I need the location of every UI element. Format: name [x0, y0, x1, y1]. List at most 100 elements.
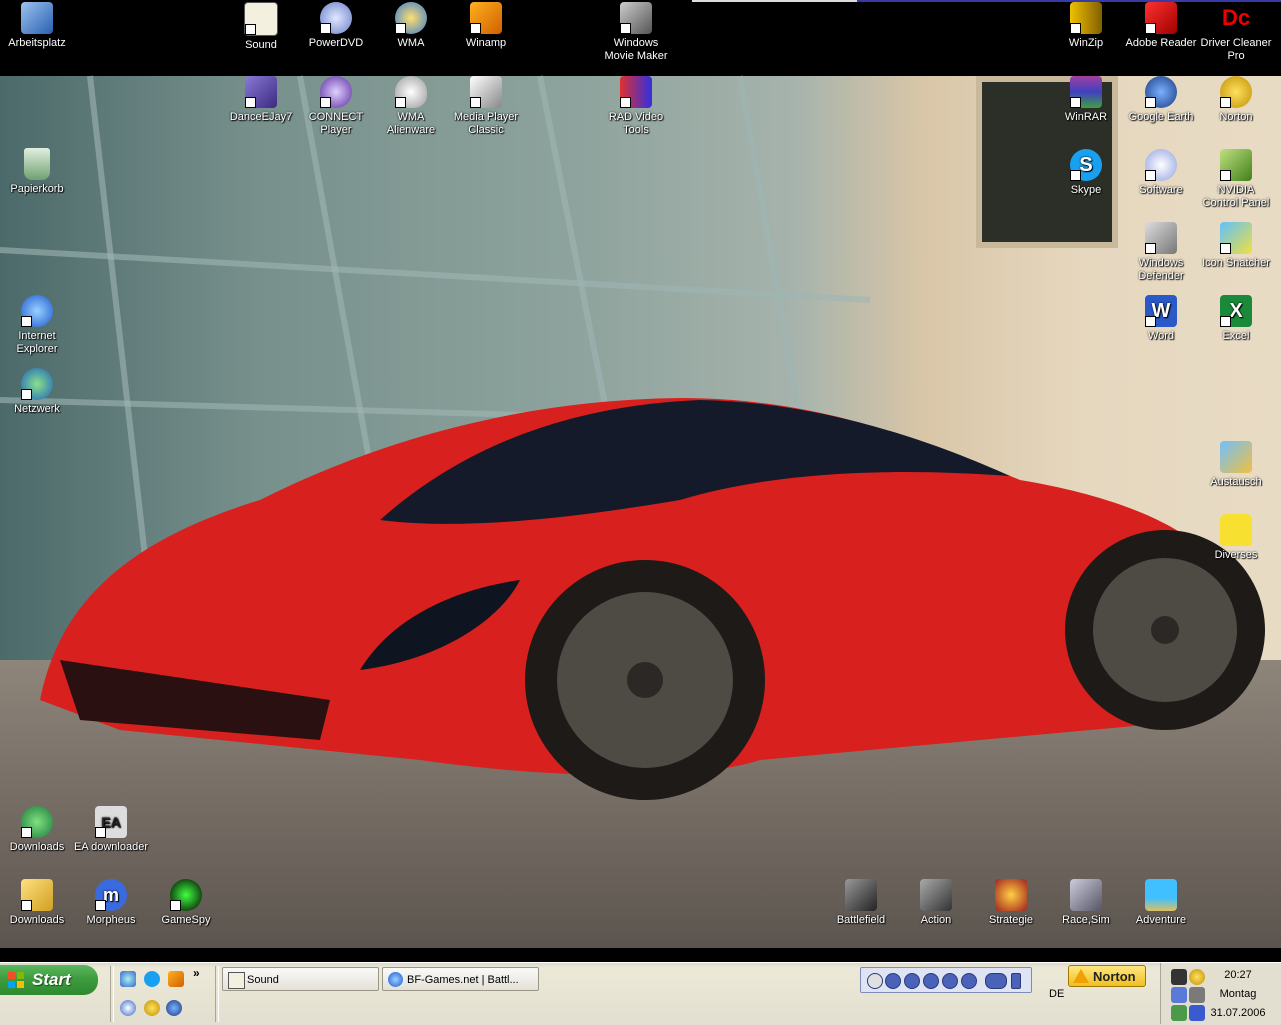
desktop-icon-nvidia-control-panel[interactable]: NVIDIA Control Panel — [1199, 149, 1273, 210]
play-icon[interactable] — [923, 973, 939, 989]
windows-defender-icon — [1145, 222, 1177, 254]
desktop-icon-wma-alienware[interactable]: WMA Alienware — [374, 76, 448, 137]
media-player-toolbar[interactable] — [860, 967, 1032, 993]
norton-alert-button[interactable]: Norton — [1068, 965, 1146, 987]
adventure-folder-icon — [1145, 879, 1177, 911]
desktop-icon-connect-player[interactable]: CONNECT Player — [299, 76, 373, 137]
action-folder-icon — [920, 879, 952, 911]
desktop-icon-powerdvd[interactable]: PowerDVD — [299, 2, 373, 50]
desktop-icon-adventure[interactable]: Adventure — [1124, 879, 1198, 927]
desktop — [0, 0, 1281, 948]
desktop-icon-norton[interactable]: Norton — [1199, 76, 1273, 124]
desktop-icon-software[interactable]: Software — [1124, 149, 1198, 197]
taskbar-item-bf-games[interactable]: BF-Games.net | Battl... — [382, 967, 539, 991]
winamp-quicklaunch-icon[interactable] — [168, 971, 184, 987]
recycle-bin-icon — [24, 148, 50, 180]
tray-security-icon[interactable] — [1171, 1005, 1187, 1021]
desktop-icon-diverses[interactable]: Diverses — [1199, 514, 1273, 562]
network-quicklaunch-icon[interactable] — [166, 1000, 182, 1016]
exchange-folder-icon — [1220, 441, 1252, 473]
media-player-classic-icon — [470, 76, 502, 108]
alienware-icon — [395, 76, 427, 108]
desktop-icon-winrar[interactable]: WinRAR — [1049, 76, 1123, 124]
tray-app-icon[interactable] — [1171, 969, 1187, 985]
desktop-icon-driver-cleaner-pro[interactable]: Dc Driver Cleaner Pro — [1199, 2, 1273, 63]
desktop-icon-sound[interactable]: Sound — [224, 2, 298, 52]
toolbar-menu-icon[interactable] — [1011, 973, 1021, 989]
word-icon: W — [1145, 295, 1177, 327]
connect-player-icon — [320, 76, 352, 108]
desktop-icon-gamespy[interactable]: GameSpy — [149, 879, 223, 927]
desktop-icon-battlefield[interactable]: Battlefield — [824, 879, 898, 927]
desktop-icon-race-sim[interactable]: Race,Sim — [1049, 879, 1123, 927]
tray-norton-icon[interactable] — [1189, 969, 1205, 985]
norton-icon — [1220, 76, 1252, 108]
media-player-quicklaunch-icon[interactable] — [120, 1000, 136, 1016]
clock-day: Montag — [1219, 988, 1257, 1000]
desktop-icon-word[interactable]: W Word — [1124, 295, 1198, 343]
stop-icon[interactable] — [885, 973, 901, 989]
quicklaunch-more-button[interactable]: » — [193, 966, 200, 980]
desktop-icon-adobe-reader[interactable]: Adobe Reader — [1124, 2, 1198, 50]
desktop-icon-windows-defender[interactable]: Windows Defender — [1124, 222, 1198, 283]
tray-volume-icon[interactable] — [1171, 987, 1187, 1003]
tray-network-icon[interactable] — [1189, 987, 1205, 1003]
internet-explorer-icon — [21, 295, 53, 327]
excel-icon: X — [1220, 295, 1252, 327]
icon-snatcher-icon — [1220, 222, 1252, 254]
adobe-reader-icon — [1145, 2, 1177, 34]
volume-icon[interactable] — [985, 973, 1007, 989]
show-desktop-icon[interactable] — [120, 971, 136, 987]
desktop-icon-winzip[interactable]: WinZip — [1049, 2, 1123, 50]
powerdvd-icon — [320, 2, 352, 34]
desktop-icon-action[interactable]: Action — [899, 879, 973, 927]
desktop-icon-internet-explorer[interactable]: Internet Explorer — [0, 295, 74, 356]
desktop-icon-netzwerk[interactable]: Netzwerk — [0, 368, 74, 416]
sound-folder-icon — [244, 2, 278, 36]
desktop-icon-excel[interactable]: X Excel — [1199, 295, 1273, 343]
desktop-bottom-band — [0, 948, 1281, 962]
desktop-icon-austausch[interactable]: Austausch — [1199, 441, 1273, 489]
desktop-icon-windows-movie-maker[interactable]: Windows Movie Maker — [599, 2, 673, 63]
desktop-icon-media-player-classic[interactable]: Media Player Classic — [449, 76, 523, 137]
nvidia-icon — [1220, 149, 1252, 181]
ie-icon — [388, 972, 403, 987]
google-earth-icon — [1145, 76, 1177, 108]
taskbar-item-sound[interactable]: Sound — [222, 967, 379, 991]
media-logo-icon — [867, 973, 883, 989]
clock-time[interactable]: 20:27 — [1208, 969, 1268, 981]
my-computer-icon — [21, 2, 53, 34]
software-cd-icon — [1145, 149, 1177, 181]
desktop-icon-rad-video-tools[interactable]: RAD Video Tools — [599, 76, 673, 137]
start-button[interactable]: Start — [0, 965, 98, 995]
desktop-icon-ea-downloader[interactable]: EA EA downloader — [74, 806, 148, 854]
pause-icon[interactable] — [904, 973, 920, 989]
movie-maker-icon — [620, 2, 652, 34]
language-indicator[interactable]: DE — [1049, 988, 1064, 1000]
desktop-icon-icon-snatcher[interactable]: Icon Snatcher — [1199, 222, 1273, 270]
winzip-icon — [1070, 2, 1102, 34]
desktop-icon-google-earth[interactable]: Google Earth — [1124, 76, 1198, 124]
dance-ejay-icon — [245, 76, 277, 108]
start-label: Start — [32, 970, 71, 989]
tray-agent-icon[interactable] — [1189, 1005, 1205, 1021]
norton-quicklaunch-icon[interactable] — [144, 1000, 160, 1016]
morpheus-icon: m — [95, 879, 127, 911]
gamespy-icon — [170, 879, 202, 911]
skype-quicklaunch-icon[interactable] — [144, 971, 160, 987]
desktop-icon-wma[interactable]: WMA — [374, 2, 448, 50]
desktop-icon-winamp[interactable]: Winamp — [449, 2, 523, 50]
clock-date: 31.07.2006 — [1210, 1007, 1266, 1019]
skype-icon: S — [1070, 149, 1102, 181]
previous-icon[interactable] — [942, 973, 958, 989]
desktop-icon-arbeitsplatz[interactable]: Arbeitsplatz — [0, 2, 74, 50]
desktop-icon-skype[interactable]: S Skype — [1049, 149, 1123, 197]
desktop-icon-morpheus[interactable]: m Morpheus — [74, 879, 148, 927]
desktop-icon-danceejay7[interactable]: DanceEJay7 — [224, 76, 298, 124]
desktop-icon-papierkorb[interactable]: Papierkorb — [0, 148, 74, 196]
desktop-icon-strategie[interactable]: Strategie — [974, 879, 1048, 927]
windows-flag-icon — [8, 972, 24, 988]
next-icon[interactable] — [961, 973, 977, 989]
desktop-icon-downloads-folder[interactable]: Downloads — [0, 879, 74, 927]
desktop-icon-downloads-globe[interactable]: Downloads — [0, 806, 74, 854]
